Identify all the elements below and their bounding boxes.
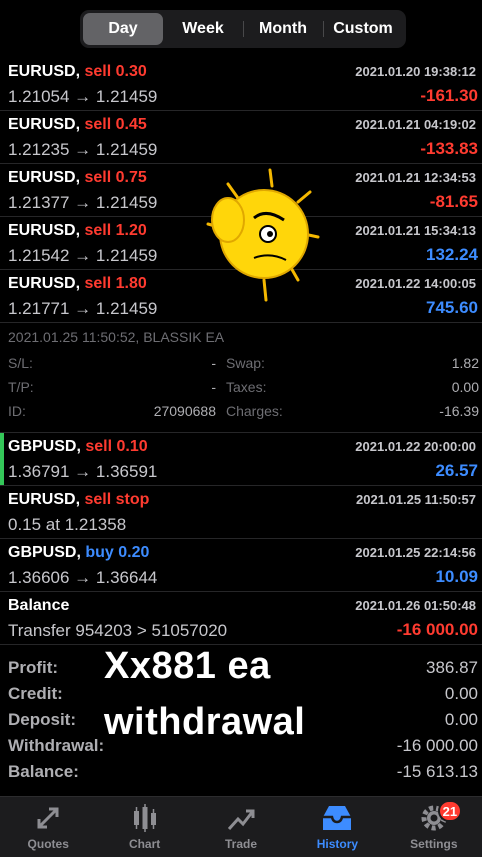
deal-profit: -133.83 [420, 139, 478, 158]
overlay-line: Xx881 ea [104, 645, 271, 687]
deal-symbol: GBPUSD, [8, 544, 81, 561]
deal-prices: 1.36791 → 1.36591 [8, 462, 158, 481]
swap-value: 1.82 [451, 355, 479, 371]
deal-time: 2021.01.21 12:34:53 [355, 170, 476, 185]
deal-row[interactable]: EURUSD, sell 0.30 2021.01.20 19:38:12 1.… [0, 58, 482, 111]
bottom-tab-bar: Quotes Chart Trade History 21 Settings [0, 796, 482, 857]
deal-profit: -81.65 [429, 192, 478, 211]
deal-side: sell 1.80 [84, 275, 147, 292]
tab-label: Quotes [27, 837, 69, 851]
sun-sticker-icon [206, 168, 320, 302]
deal-side: sell 1.20 [84, 222, 147, 239]
deal-symbol: EURUSD, [8, 63, 81, 80]
deal-prices: 0.15 at 1.21358 [8, 515, 127, 534]
top-bar: Day Week Month Custom [0, 0, 482, 58]
charges-label: Charges: [226, 403, 283, 419]
order-row[interactable]: EURUSD, sell stop 2021.01.25 11:50:57 0.… [0, 486, 482, 539]
deal-side: sell stop [84, 491, 150, 508]
overlay-line: withdrawal [104, 701, 306, 743]
period-custom-button[interactable]: Custom [323, 13, 403, 45]
taxes-value: 0.00 [451, 379, 479, 395]
deal-prices: 1.21771 → 1.21459 [8, 299, 158, 318]
summary-value: 0.00 [444, 710, 478, 729]
id-value: 27090688 [153, 403, 216, 419]
tab-label: Chart [128, 837, 161, 851]
deal-time: 2021.01.26 01:50:48 [355, 598, 476, 613]
deal-profit: -16 000.00 [396, 620, 478, 639]
deal-prices: 1.21054 → 1.21459 [8, 87, 158, 106]
deal-prices: 1.21235 → 1.21459 [8, 140, 158, 159]
tp-label: T/P: [8, 379, 34, 395]
deal-symbol: EURUSD, [8, 222, 81, 239]
chart-icon [133, 804, 156, 832]
quotes-icon [37, 807, 59, 829]
sl-value: - [211, 355, 216, 371]
summary-value: -16 000.00 [396, 736, 478, 755]
deal-symbol: EURUSD, [8, 275, 81, 292]
history-icon [323, 806, 352, 830]
deal-profit: -161.30 [420, 86, 478, 105]
deal-detail-panel: 2021.01.25 11:50:52, BLASSIK EA S/L: - T… [0, 323, 482, 433]
summary-row: Balance: -15 613.13 [0, 759, 482, 785]
taxes-label: Taxes: [226, 379, 267, 395]
deal-symbol: Balance [8, 597, 70, 614]
deal-profit: 745.60 [426, 298, 478, 317]
deal-time: 2021.01.22 20:00:00 [355, 439, 476, 454]
summary-label: Deposit: [8, 710, 76, 729]
charges-value: -16.39 [439, 403, 479, 419]
deal-symbol: EURUSD, [8, 169, 81, 186]
deal-symbol: EURUSD, [8, 116, 81, 133]
tp-value: - [211, 379, 216, 395]
deal-side: buy 0.20 [85, 544, 150, 561]
tab-chart[interactable]: Chart [96, 797, 192, 857]
swap-label: Swap: [226, 355, 265, 371]
deal-side: sell 0.30 [84, 63, 147, 80]
deal-profit: 10.09 [435, 567, 478, 586]
deal-time: 2021.01.21 04:19:02 [355, 117, 476, 132]
tab-quotes[interactable]: Quotes [0, 797, 96, 857]
id-label: ID: [8, 403, 26, 419]
deal-row[interactable]: GBPUSD, buy 0.20 2021.01.25 22:14:56 1.3… [0, 539, 482, 592]
sl-label: S/L: [8, 355, 33, 371]
tab-settings[interactable]: 21 Settings [386, 797, 482, 857]
summary-label: Balance: [8, 762, 79, 781]
summary-label: Profit: [8, 658, 59, 677]
period-segmented-control: Day Week Month Custom [80, 10, 406, 48]
tab-trade[interactable]: Trade [193, 797, 289, 857]
deal-prices: 1.21377 → 1.21459 [8, 193, 158, 212]
summary-value: 386.87 [426, 658, 478, 677]
history-list: EURUSD, sell 0.30 2021.01.20 19:38:12 1.… [0, 58, 482, 645]
summary-label: Credit: [8, 684, 63, 703]
deal-row[interactable]: EURUSD, sell 0.45 2021.01.21 04:19:02 1.… [0, 111, 482, 164]
deal-time: 2021.01.21 15:34:13 [355, 223, 476, 238]
deal-time: 2021.01.25 11:50:57 [356, 492, 476, 507]
deal-prices: 1.36606 → 1.36644 [8, 568, 158, 587]
deal-side: sell 0.75 [84, 169, 147, 186]
tab-label: Trade [225, 837, 258, 851]
notification-badge: 21 [437, 800, 463, 822]
deal-time: 2021.01.20 19:38:12 [355, 64, 476, 79]
period-month-button[interactable]: Month [243, 13, 323, 45]
deal-time: 2021.01.22 14:00:05 [355, 276, 476, 291]
deal-symbol: GBPUSD, [8, 438, 81, 455]
overlay-caption: Xx881 ea withdrawal [104, 638, 305, 750]
summary-value: 0.00 [444, 684, 478, 703]
deal-side: sell 0.45 [84, 116, 147, 133]
deal-side: sell 0.10 [85, 438, 148, 455]
period-week-button[interactable]: Week [163, 13, 243, 45]
deal-profit: 26.57 [435, 461, 478, 480]
trade-icon [227, 809, 255, 831]
summary-value: -15 613.13 [396, 762, 478, 781]
deal-symbol: EURUSD, [8, 491, 81, 508]
deal-time: 2021.01.25 22:14:56 [355, 545, 476, 560]
tab-label: History [316, 837, 359, 851]
tab-label: Settings [410, 837, 458, 851]
deal-prices: 1.21542 → 1.21459 [8, 246, 158, 265]
tab-history[interactable]: History [289, 797, 385, 857]
period-day-button[interactable]: Day [83, 13, 163, 45]
detail-header: 2021.01.25 11:50:52, BLASSIK EA [8, 329, 225, 345]
summary-label: Withdrawal: [8, 736, 105, 755]
deal-profit: 132.24 [426, 245, 478, 264]
deal-row[interactable]: GBPUSD, sell 0.10 2021.01.22 20:00:00 1.… [0, 433, 482, 486]
